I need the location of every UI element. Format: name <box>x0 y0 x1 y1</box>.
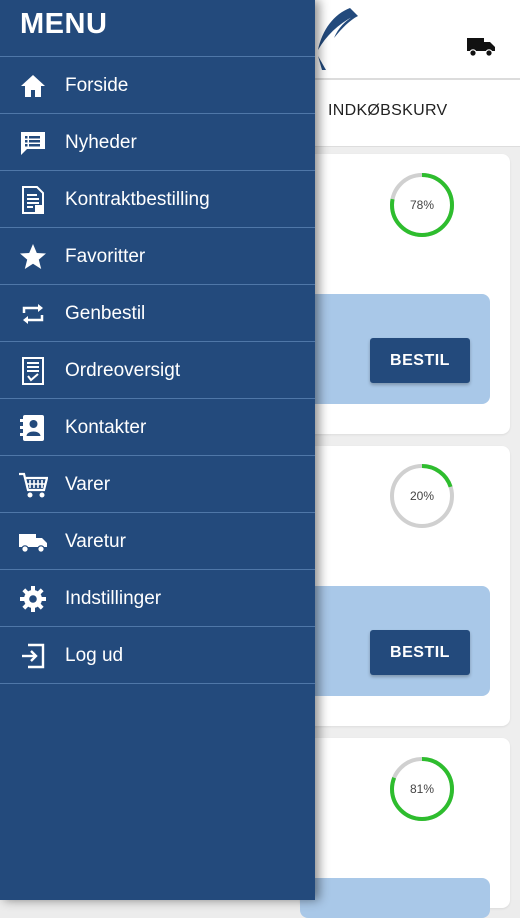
progress-label: 81% <box>409 782 435 796</box>
tab-indkobskurv[interactable]: INDKØBSKURV <box>328 102 447 120</box>
contract-icon <box>22 186 44 214</box>
star-icon <box>20 244 46 269</box>
menu-title: MENU <box>20 8 108 40</box>
menu-item-log-ud[interactable]: Log ud <box>0 627 315 684</box>
cart-icon <box>19 472 48 498</box>
menu-item-genbestil[interactable]: Genbestil <box>0 285 315 342</box>
menu-item-varetur[interactable]: Varetur <box>0 513 315 570</box>
menu-item-label: Indstillinger <box>65 588 162 609</box>
menu-item-label: Genbestil <box>65 303 146 324</box>
menu-item-forside[interactable]: Forside <box>0 57 315 114</box>
menu-item-favoritter[interactable]: Favoritter <box>0 228 315 285</box>
truck-icon <box>19 534 47 553</box>
menu-item-label: Favoritter <box>65 246 146 267</box>
repeat-icon <box>22 304 44 324</box>
menu-item-kontakter[interactable]: Kontakter <box>0 399 315 456</box>
progress-label: 20% <box>409 489 435 503</box>
news-icon <box>21 132 45 155</box>
menu-item-nyheder[interactable]: Nyheder <box>0 114 315 171</box>
menu-item-indstillinger[interactable]: Indstillinger <box>0 570 315 627</box>
menu-item-label: Kontraktbestilling <box>65 189 210 210</box>
truck-icon[interactable] <box>466 34 496 58</box>
menu-item-ordreoversigt[interactable]: Ordreoversigt <box>0 342 315 399</box>
gear-icon <box>20 586 46 612</box>
navigation-drawer: MENU Forside Nyheder Kontraktbestilling … <box>0 0 315 900</box>
card-order-panel <box>300 878 490 918</box>
menu-item-kontraktbestilling[interactable]: Kontraktbestilling <box>0 171 315 228</box>
menu-item-label: Varetur <box>65 531 126 552</box>
menu-item-label: Nyheder <box>65 132 137 153</box>
logout-icon <box>22 643 45 669</box>
menu-item-label: Log ud <box>65 645 124 666</box>
bestil-button[interactable]: BESTIL <box>370 630 470 675</box>
bestil-button[interactable]: BESTIL <box>370 338 470 383</box>
menu-item-label: Varer <box>65 474 111 495</box>
home-icon <box>21 75 45 97</box>
order-overview-icon <box>22 357 44 385</box>
menu-item-varer[interactable]: Varer <box>0 456 315 513</box>
contacts-icon <box>20 415 44 441</box>
menu-item-label: Forside <box>65 75 129 96</box>
progress-label: 78% <box>409 198 435 212</box>
menu-item-label: Ordreoversigt <box>65 360 181 381</box>
menu-item-label: Kontakter <box>65 417 147 438</box>
